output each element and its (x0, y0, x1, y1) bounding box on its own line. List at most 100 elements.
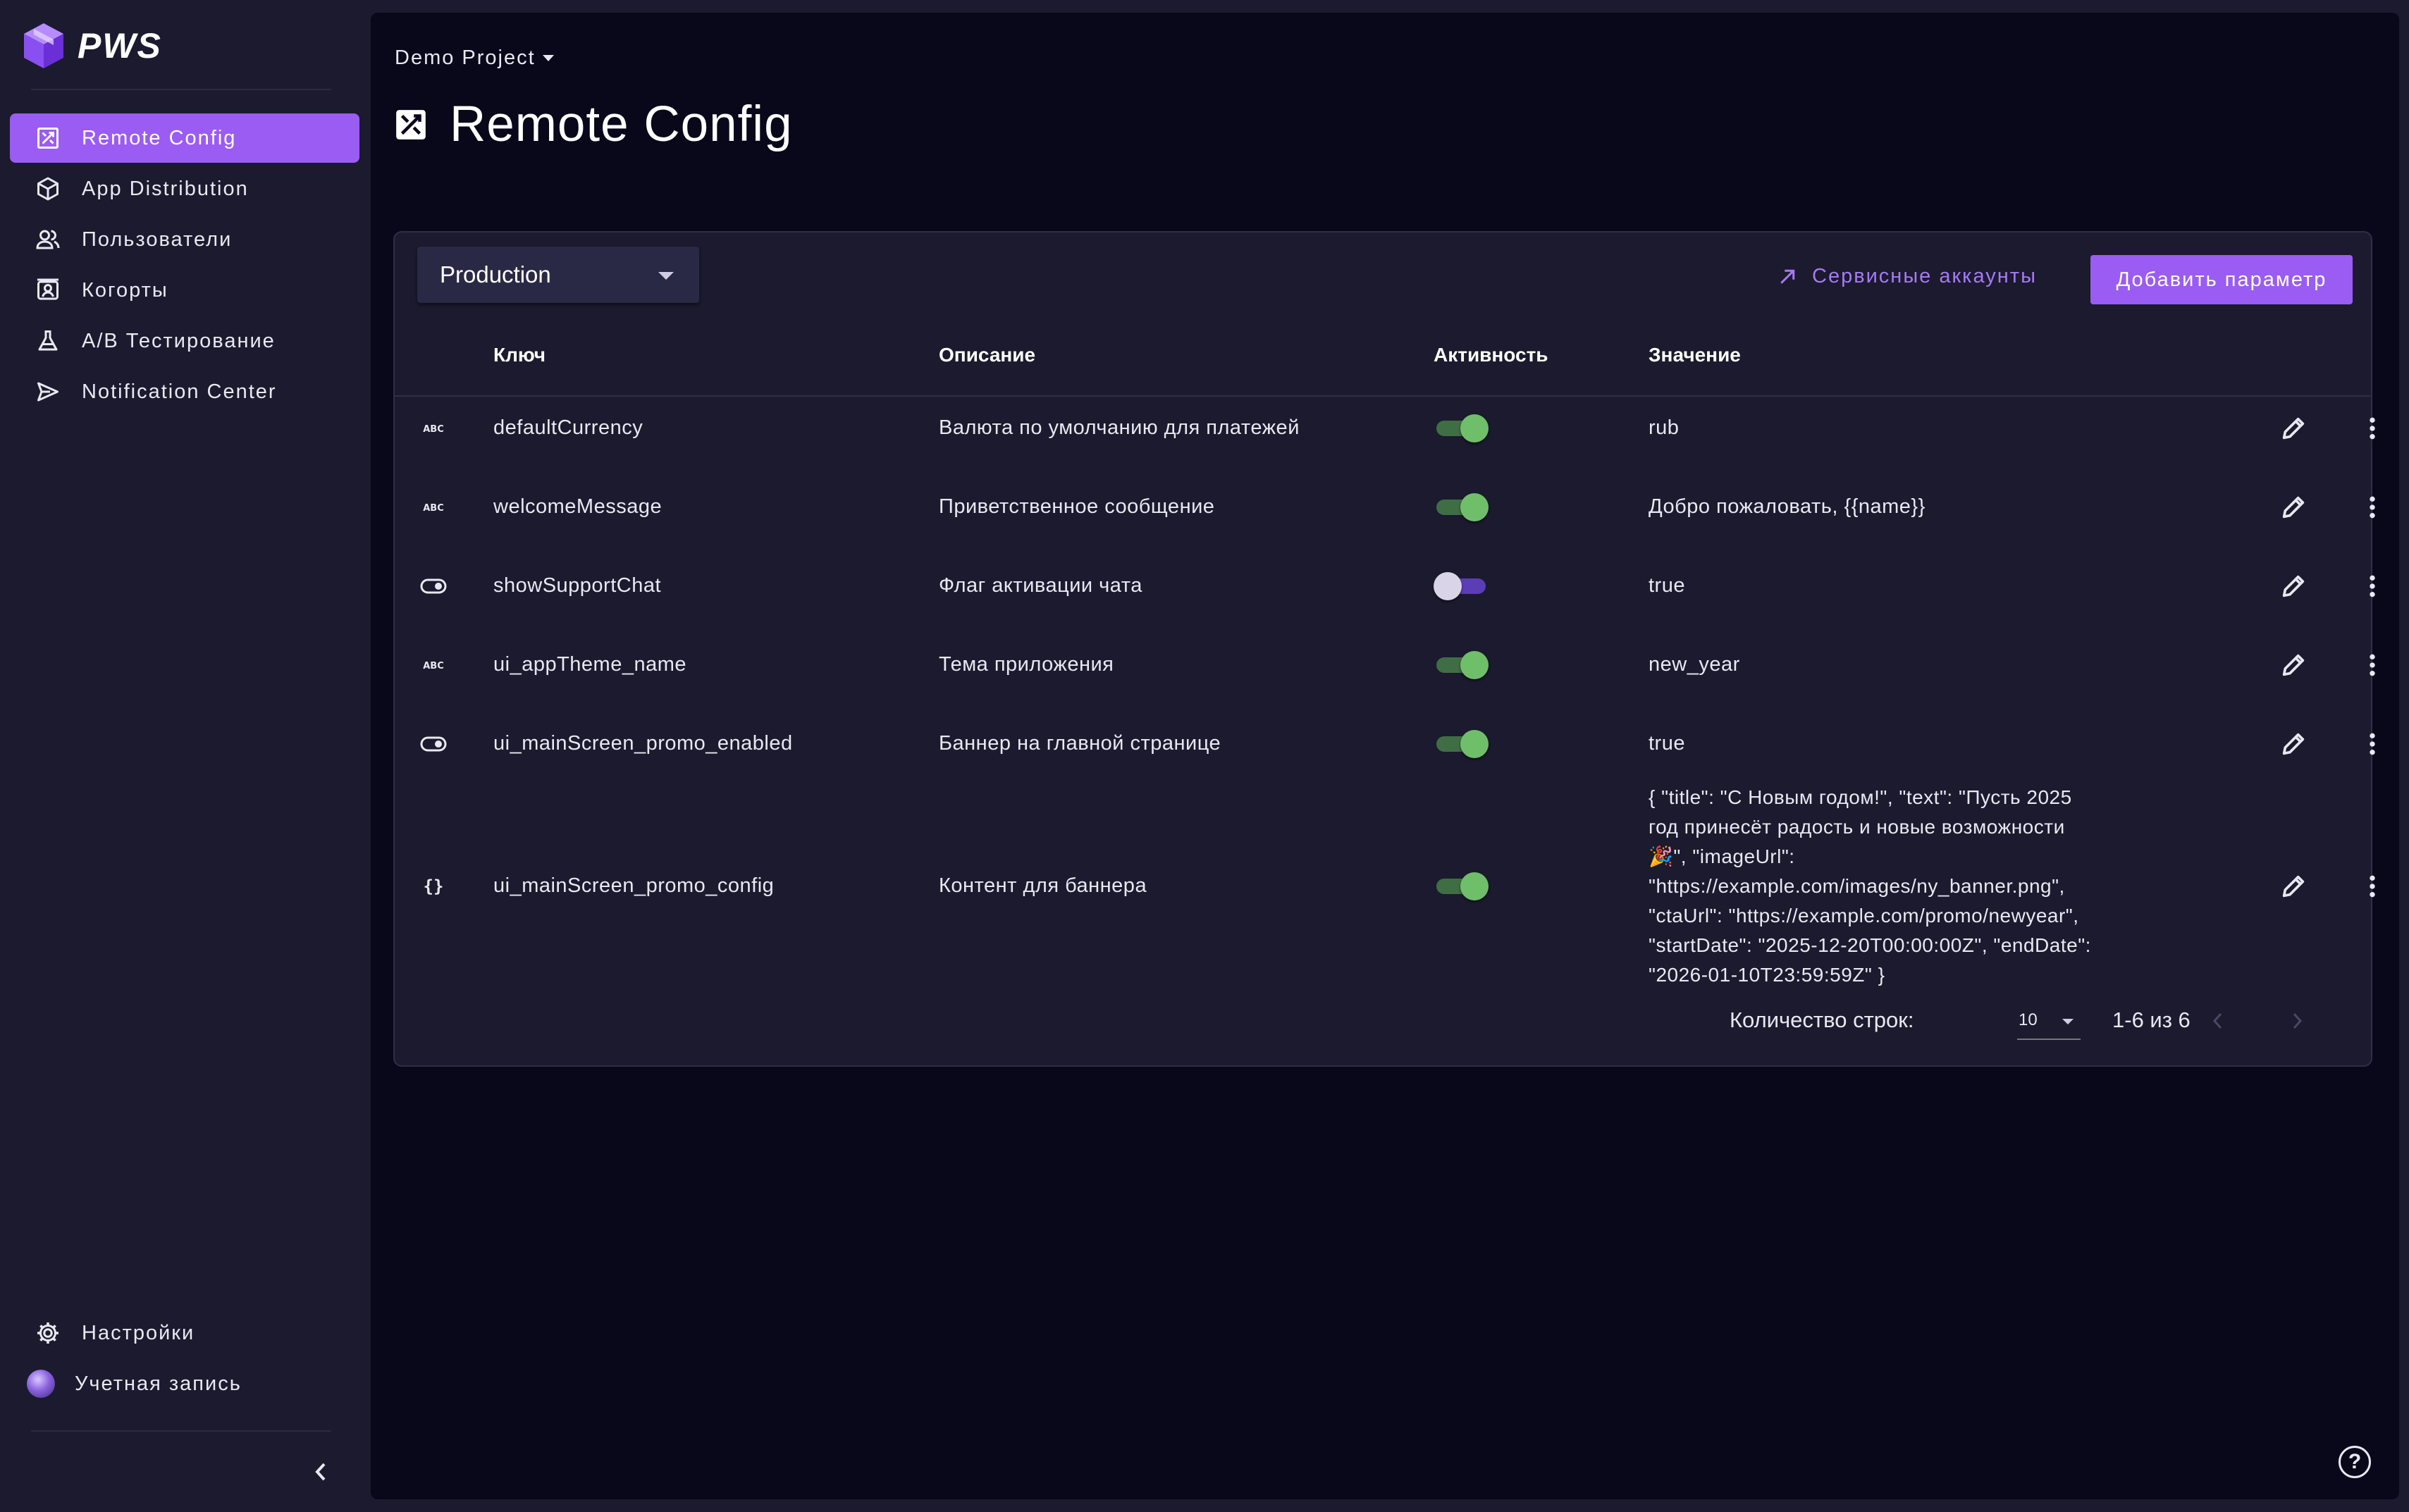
sidebar-item-cohorts[interactable]: Когорты (10, 266, 359, 315)
edit-button[interactable] (2274, 566, 2313, 606)
pencil-icon (2282, 496, 2305, 519)
sidebar-item-label: Remote Config (82, 126, 237, 149)
project-selector[interactable]: Demo Project (395, 47, 554, 70)
edit-button[interactable] (2274, 488, 2313, 527)
sidebar-item-account[interactable]: Учетная запись (10, 1359, 359, 1408)
service-accounts-link[interactable]: Сервисные аккаунты (1777, 265, 2037, 288)
sidebar-item-remote-config[interactable]: Remote Config (10, 113, 359, 163)
rows-per-page-label: Количество строк: (1730, 1008, 1914, 1032)
environment-select[interactable]: Production (417, 247, 699, 303)
text-type-icon: ABC (419, 497, 448, 518)
sidebar-item-notification-center[interactable]: Notification Center (10, 367, 359, 416)
page-title: Remote Config (450, 97, 793, 152)
arrow-up-right-icon (1780, 269, 1795, 284)
more-vert-icon (2370, 496, 2375, 519)
sidebar-item-users[interactable]: Пользователи (10, 215, 359, 264)
param-description: Приветственное сообщение (939, 495, 1215, 518)
more-options-button[interactable] (2353, 867, 2392, 906)
param-key: welcomeMessage (493, 495, 663, 518)
next-page-button[interactable] (2279, 1003, 2315, 1039)
svg-text:{}: {} (424, 876, 444, 896)
config-table-card: Production Сервисные аккаунты Добавить п… (393, 231, 2375, 1067)
rows-per-page-value: 10 (2019, 1010, 2038, 1029)
chevron-right-icon (2293, 1012, 2303, 1029)
edit-button[interactable] (2274, 409, 2313, 448)
more-options-button[interactable] (2353, 566, 2392, 606)
toggle-type-icon (419, 576, 448, 597)
dropdown-arrow-icon (2062, 1019, 2074, 1024)
param-key: ui_mainScreen_promo_config (493, 874, 775, 897)
param-key: showSupportChat (493, 574, 662, 597)
value-line: "startDate": "2025-12-20T00:00:00Z", "en… (1649, 934, 2091, 956)
column-header-key[interactable]: Ключ (493, 344, 546, 366)
sidebar-divider (31, 89, 331, 90)
environment-value: Production (440, 261, 551, 287)
column-header-description[interactable]: Описание (939, 344, 1035, 366)
avatar (27, 1370, 55, 1398)
param-value: { "title": "С Новым годом!", "text": "Пу… (1649, 783, 2114, 990)
table-header-divider (395, 395, 2371, 397)
pencil-icon (2282, 417, 2305, 440)
users-icon (34, 225, 62, 254)
param-key: ui_mainScreen_promo_enabled (493, 732, 793, 755)
more-vert-icon (2370, 417, 2375, 440)
sidebar-item-label: App Distribution (82, 177, 249, 200)
sidebar-item-label: Когорты (82, 278, 168, 302)
active-toggle[interactable] (1434, 729, 1489, 760)
previous-page-button[interactable] (2200, 1003, 2236, 1039)
pencil-icon (2282, 733, 2305, 755)
param-value: true (1649, 732, 1685, 755)
chevron-left-icon (2212, 1012, 2222, 1029)
active-toggle[interactable] (1434, 650, 1489, 681)
main-content: Demo Project Remote Config Production Се… (371, 13, 2399, 1499)
more-options-button[interactable] (2353, 645, 2392, 685)
text-type-icon: ABC (419, 418, 448, 439)
cube-logo-icon (24, 23, 63, 68)
active-toggle[interactable] (1434, 571, 1489, 602)
rows-per-page-select[interactable]: 10 (2017, 1003, 2081, 1040)
sidebar-item-app-distribution[interactable]: App Distribution (10, 164, 359, 213)
more-options-button[interactable] (2353, 409, 2392, 448)
column-header-value[interactable]: Значение (1649, 344, 1741, 366)
active-toggle[interactable] (1434, 871, 1489, 902)
sidebar: PWS Remote Config App Distribution Польз… (0, 0, 370, 1512)
page-header: Remote Config (393, 96, 793, 153)
chevron-left-icon (315, 1463, 326, 1481)
more-options-button[interactable] (2353, 488, 2392, 527)
edit-button[interactable] (2274, 724, 2313, 764)
send-icon (34, 378, 62, 406)
brand-logo[interactable]: PWS (23, 21, 162, 70)
dropdown-arrow-icon (658, 272, 674, 280)
add-parameter-button[interactable]: Добавить параметр (2090, 255, 2353, 304)
value-line: "ctaUrl": "https://example.com/promo/new… (1649, 905, 2079, 927)
value-line: "https://example.com/images/ny_banner.pn… (1649, 875, 2065, 897)
json-type-icon: {} (419, 876, 448, 897)
edit-button[interactable] (2274, 867, 2313, 906)
sidebar-item-label: Notification Center (82, 380, 277, 403)
column-header-activity[interactable]: Активность (1434, 344, 1548, 366)
collapse-sidebar-button[interactable] (303, 1457, 338, 1487)
active-toggle[interactable] (1434, 492, 1489, 523)
active-toggle[interactable] (1434, 413, 1489, 444)
more-vert-icon (2370, 875, 2375, 898)
project-name: Demo Project (395, 47, 536, 69)
more-options-button[interactable] (2353, 724, 2392, 764)
sidebar-item-settings[interactable]: Настройки (10, 1308, 359, 1358)
sidebar-item-ab-testing[interactable]: A/B Тестирование (10, 316, 359, 366)
param-key: ui_appTheme_name (493, 653, 687, 676)
param-value: new_year (1649, 653, 1740, 676)
flask-icon (34, 327, 62, 355)
question-icon: ? (2348, 1450, 2362, 1473)
pencil-icon (2282, 575, 2305, 597)
gear-icon (34, 1319, 62, 1347)
param-description: Баннер на главной странице (939, 732, 1221, 755)
help-button[interactable]: ? (2339, 1446, 2371, 1478)
param-value: Добро пожаловать, {{name}} (1649, 495, 1926, 518)
sidebar-item-label: Пользователи (82, 228, 233, 251)
sidebar-divider (31, 1430, 331, 1432)
remote-config-icon (34, 124, 62, 152)
param-description: Валюта по умолчанию для платежей (939, 416, 1300, 439)
svg-text:ABC: ABC (423, 503, 444, 514)
sidebar-item-label: A/B Тестирование (82, 329, 276, 352)
edit-button[interactable] (2274, 645, 2313, 685)
